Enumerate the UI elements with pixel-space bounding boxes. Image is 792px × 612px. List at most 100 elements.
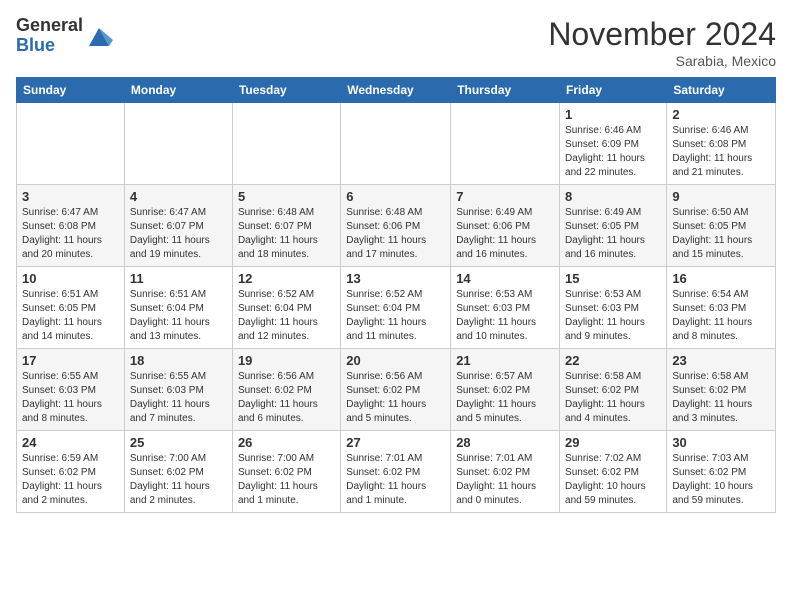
day-cell: 5 Sunrise: 6:48 AM Sunset: 6:07 PM Daylig… — [232, 185, 340, 267]
day-info: Sunrise: 6:53 AM Sunset: 6:03 PM Dayligh… — [456, 288, 554, 344]
day-cell — [341, 103, 451, 185]
day-cell: 27 Sunrise: 7:01 AM Sunset: 6:02 PM Dayli… — [341, 431, 451, 513]
day-number: 2 — [672, 107, 770, 122]
day-number: 11 — [130, 271, 227, 286]
page-header: General Blue November 2024 Sarabia, Mexi… — [16, 16, 776, 69]
day-info: Sunrise: 7:00 AM Sunset: 6:02 PM Dayligh… — [130, 452, 227, 508]
day-info: Sunrise: 7:00 AM Sunset: 6:02 PM Dayligh… — [238, 452, 335, 508]
day-number: 7 — [456, 189, 554, 204]
day-info: Sunrise: 6:50 AM Sunset: 6:05 PM Dayligh… — [672, 206, 770, 262]
day-info: Sunrise: 6:49 AM Sunset: 6:06 PM Dayligh… — [456, 206, 554, 262]
day-number: 1 — [565, 107, 661, 122]
day-number: 8 — [565, 189, 661, 204]
header-wednesday: Wednesday — [341, 78, 451, 103]
header-sunday: Sunday — [17, 78, 125, 103]
week-row-1: 1Sunrise: 6:46 AM Sunset: 6:09 PM Daylig… — [17, 103, 776, 185]
day-info: Sunrise: 6:47 AM Sunset: 6:08 PM Dayligh… — [22, 206, 119, 262]
day-info: Sunrise: 7:01 AM Sunset: 6:02 PM Dayligh… — [346, 452, 445, 508]
day-number: 24 — [22, 435, 119, 450]
day-number: 20 — [346, 353, 445, 368]
day-number: 17 — [22, 353, 119, 368]
day-cell: 14 Sunrise: 6:53 AM Sunset: 6:03 PM Dayli… — [451, 267, 560, 349]
day-cell: 28 Sunrise: 7:01 AM Sunset: 6:02 PM Dayli… — [451, 431, 560, 513]
day-number: 19 — [238, 353, 335, 368]
day-cell — [124, 103, 232, 185]
week-row-2: 3 Sunrise: 6:47 AM Sunset: 6:08 PM Daylig… — [17, 185, 776, 267]
header-monday: Monday — [124, 78, 232, 103]
day-number: 27 — [346, 435, 445, 450]
day-cell: 20Sunrise: 6:56 AM Sunset: 6:02 PM Dayli… — [341, 349, 451, 431]
week-row-4: 17 Sunrise: 6:55 AM Sunset: 6:03 PM Dayli… — [17, 349, 776, 431]
day-info: Sunrise: 6:56 AM Sunset: 6:02 PM Dayligh… — [238, 370, 335, 426]
day-info: Sunrise: 7:03 AM Sunset: 6:02 PM Dayligh… — [672, 452, 770, 508]
day-number: 26 — [238, 435, 335, 450]
day-info: Sunrise: 6:52 AM Sunset: 6:04 PM Dayligh… — [346, 288, 445, 344]
day-cell: 11Sunrise: 6:51 AM Sunset: 6:04 PM Dayli… — [124, 267, 232, 349]
day-cell: 23 Sunrise: 6:58 AM Sunset: 6:02 PM Dayli… — [667, 349, 776, 431]
location: Sarabia, Mexico — [548, 53, 776, 69]
day-number: 18 — [130, 353, 227, 368]
day-cell: 10 Sunrise: 6:51 AM Sunset: 6:05 PM Dayli… — [17, 267, 125, 349]
day-cell: 29Sunrise: 7:02 AM Sunset: 6:02 PM Dayli… — [560, 431, 667, 513]
day-number: 28 — [456, 435, 554, 450]
day-info: Sunrise: 6:55 AM Sunset: 6:03 PM Dayligh… — [130, 370, 227, 426]
day-info: Sunrise: 6:46 AM Sunset: 6:08 PM Dayligh… — [672, 124, 770, 180]
day-number: 10 — [22, 271, 119, 286]
day-cell: 3 Sunrise: 6:47 AM Sunset: 6:08 PM Daylig… — [17, 185, 125, 267]
logo-blue: Blue — [16, 36, 83, 56]
day-cell: 8 Sunrise: 6:49 AM Sunset: 6:05 PM Daylig… — [560, 185, 667, 267]
day-number: 5 — [238, 189, 335, 204]
week-row-5: 24Sunrise: 6:59 AM Sunset: 6:02 PM Dayli… — [17, 431, 776, 513]
month-title: November 2024 — [548, 16, 776, 53]
day-info: Sunrise: 6:47 AM Sunset: 6:07 PM Dayligh… — [130, 206, 227, 262]
day-cell: 30 Sunrise: 7:03 AM Sunset: 6:02 PM Dayli… — [667, 431, 776, 513]
day-cell: 17Sunrise: 6:55 AM Sunset: 6:03 PM Dayli… — [17, 349, 125, 431]
day-cell: 16 Sunrise: 6:54 AM Sunset: 6:03 PM Dayli… — [667, 267, 776, 349]
day-number: 9 — [672, 189, 770, 204]
week-row-3: 10 Sunrise: 6:51 AM Sunset: 6:05 PM Dayli… — [17, 267, 776, 349]
day-info: Sunrise: 6:48 AM Sunset: 6:06 PM Dayligh… — [346, 206, 445, 262]
day-cell: 21 Sunrise: 6:57 AM Sunset: 6:02 PM Dayli… — [451, 349, 560, 431]
day-cell: 9 Sunrise: 6:50 AM Sunset: 6:05 PM Daylig… — [667, 185, 776, 267]
header-saturday: Saturday — [667, 78, 776, 103]
day-number: 4 — [130, 189, 227, 204]
day-number: 23 — [672, 353, 770, 368]
day-info: Sunrise: 6:52 AM Sunset: 6:04 PM Dayligh… — [238, 288, 335, 344]
day-info: Sunrise: 6:51 AM Sunset: 6:05 PM Dayligh… — [22, 288, 119, 344]
header-tuesday: Tuesday — [232, 78, 340, 103]
day-info: Sunrise: 7:01 AM Sunset: 6:02 PM Dayligh… — [456, 452, 554, 508]
title-section: November 2024 Sarabia, Mexico — [548, 16, 776, 69]
day-cell: 19 Sunrise: 6:56 AM Sunset: 6:02 PM Dayli… — [232, 349, 340, 431]
day-cell: 22Sunrise: 6:58 AM Sunset: 6:02 PM Dayli… — [560, 349, 667, 431]
day-number: 16 — [672, 271, 770, 286]
day-number: 30 — [672, 435, 770, 450]
logo: General Blue — [16, 16, 113, 56]
day-info: Sunrise: 6:54 AM Sunset: 6:03 PM Dayligh… — [672, 288, 770, 344]
day-number: 12 — [238, 271, 335, 286]
day-cell: 6Sunrise: 6:48 AM Sunset: 6:06 PM Daylig… — [341, 185, 451, 267]
logo-general: General — [16, 16, 83, 36]
day-number: 13 — [346, 271, 445, 286]
day-number: 15 — [565, 271, 661, 286]
day-number: 29 — [565, 435, 661, 450]
logo-text: General Blue — [16, 16, 83, 56]
day-number: 14 — [456, 271, 554, 286]
day-cell — [17, 103, 125, 185]
day-number: 3 — [22, 189, 119, 204]
day-cell: 18 Sunrise: 6:55 AM Sunset: 6:03 PM Dayli… — [124, 349, 232, 431]
header-row: SundayMondayTuesdayWednesdayThursdayFrid… — [17, 78, 776, 103]
day-cell: 24Sunrise: 6:59 AM Sunset: 6:02 PM Dayli… — [17, 431, 125, 513]
day-info: Sunrise: 6:49 AM Sunset: 6:05 PM Dayligh… — [565, 206, 661, 262]
day-info: Sunrise: 6:58 AM Sunset: 6:02 PM Dayligh… — [565, 370, 661, 426]
day-number: 21 — [456, 353, 554, 368]
day-cell: 13 Sunrise: 6:52 AM Sunset: 6:04 PM Dayli… — [341, 267, 451, 349]
day-info: Sunrise: 6:57 AM Sunset: 6:02 PM Dayligh… — [456, 370, 554, 426]
day-cell: 2 Sunrise: 6:46 AM Sunset: 6:08 PM Daylig… — [667, 103, 776, 185]
day-cell: 1Sunrise: 6:46 AM Sunset: 6:09 PM Daylig… — [560, 103, 667, 185]
day-cell: 25Sunrise: 7:00 AM Sunset: 6:02 PM Dayli… — [124, 431, 232, 513]
day-info: Sunrise: 6:53 AM Sunset: 6:03 PM Dayligh… — [565, 288, 661, 344]
day-info: Sunrise: 6:58 AM Sunset: 6:02 PM Dayligh… — [672, 370, 770, 426]
day-cell: 4 Sunrise: 6:47 AM Sunset: 6:07 PM Daylig… — [124, 185, 232, 267]
calendar-table: SundayMondayTuesdayWednesdayThursdayFrid… — [16, 77, 776, 513]
day-info: Sunrise: 6:48 AM Sunset: 6:07 PM Dayligh… — [238, 206, 335, 262]
